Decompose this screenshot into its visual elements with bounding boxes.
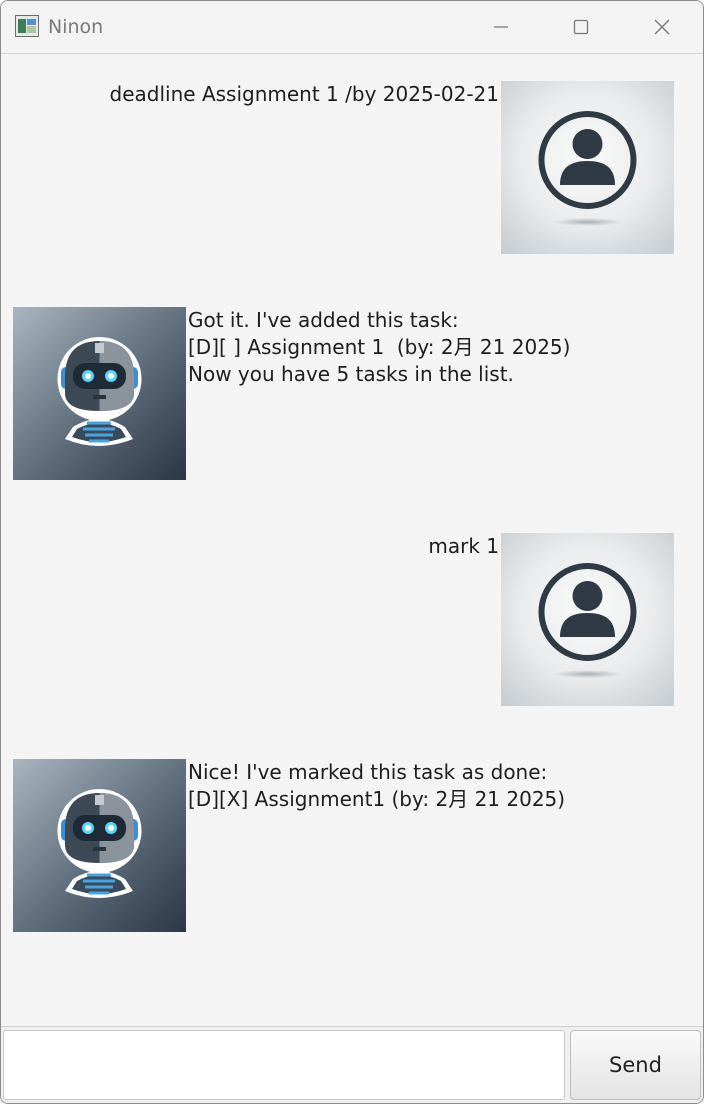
- robot-avatar: [11, 305, 188, 482]
- maximize-button[interactable]: [541, 1, 621, 53]
- close-button[interactable]: [622, 1, 702, 53]
- maximize-icon: [573, 19, 589, 35]
- user-avatar: [501, 81, 674, 254]
- bot-message-text: Got it. I've added this task: [D][ ] Ass…: [188, 308, 571, 386]
- robot-avatar: [11, 757, 188, 934]
- app-icon: [15, 15, 39, 37]
- message-input[interactable]: [3, 1030, 565, 1100]
- chat-scroll-pane[interactable]: deadline Assignment 1 /by 2025-02-21 Got…: [1, 54, 703, 1026]
- bot-message-text: Nice! I've marked this task as done: [D]…: [188, 760, 566, 811]
- input-bar: Send: [1, 1026, 703, 1103]
- app-window: Ninon deadline Assignment 1 /by 2025-02-…: [0, 0, 704, 1104]
- user-message-text: deadline Assignment 1 /by 2025-02-21: [109, 82, 499, 106]
- title-bar[interactable]: Ninon: [1, 1, 703, 54]
- send-button[interactable]: Send: [570, 1030, 701, 1100]
- minimize-icon: [493, 19, 509, 35]
- user-avatar: [501, 533, 674, 706]
- minimize-button[interactable]: [461, 1, 541, 53]
- user-message-text: mark 1: [428, 534, 499, 558]
- close-icon: [654, 19, 670, 35]
- window-title: Ninon: [48, 16, 104, 38]
